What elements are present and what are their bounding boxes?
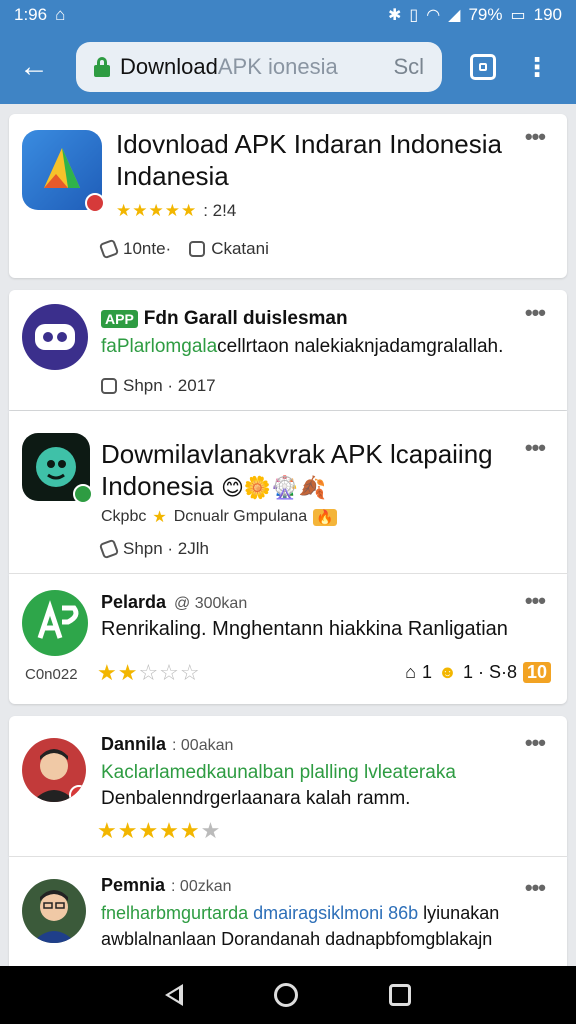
reviewer-name: Pelarda bbox=[101, 592, 167, 612]
battery-icon: ▭ bbox=[510, 7, 526, 24]
review-highlight: Kaclarlamedkaunalban plalling lvleaterak… bbox=[101, 762, 456, 783]
app-card-main[interactable]: ••• Idovnload APK Indaran Indonesia Inda… bbox=[9, 114, 567, 278]
app-icon bbox=[22, 304, 88, 370]
action-text: 1 · S·8 bbox=[462, 662, 517, 682]
info-row: Shpn · 2017 bbox=[101, 376, 216, 396]
review-time: : 00akan bbox=[172, 737, 234, 754]
app-icon bbox=[22, 433, 93, 504]
review-text: Renrikaling. Mnghentann hiakkina Ranliga… bbox=[101, 618, 508, 640]
reviewer-avatar bbox=[22, 738, 86, 802]
battery-percent: 79% bbox=[468, 5, 503, 24]
fire-icon: 🔥 bbox=[313, 508, 337, 526]
notification-icon: ⌂ bbox=[55, 5, 66, 24]
nav-back-icon[interactable] bbox=[165, 984, 184, 1006]
review-card-2[interactable]: ••• Dannila : 00akan Kaclarlamedkaunalba… bbox=[9, 716, 567, 856]
review-stars: ★★★★★★ bbox=[97, 818, 222, 843]
reviewer-name: Dannila bbox=[101, 734, 167, 754]
app-tag: APP bbox=[101, 310, 138, 328]
size-icon bbox=[98, 238, 120, 260]
home-icon: ⌂ bbox=[405, 662, 416, 682]
review-header: Dannila : 00akan bbox=[101, 734, 233, 755]
app-meta: Shpn · 2Jlh bbox=[123, 539, 209, 558]
more-options-icon[interactable]: ••• bbox=[525, 875, 546, 901]
overflow-menu-icon[interactable]: ⋮ bbox=[524, 54, 550, 80]
nav-recents-icon[interactable] bbox=[388, 984, 411, 1006]
signal-icon: ◢ bbox=[448, 7, 461, 24]
more-options-icon[interactable]: ••• bbox=[525, 730, 546, 756]
subtitle-a: Ckpbc bbox=[101, 508, 147, 525]
review-text-line1: fnelharbmgurtarda dmairagsiklmoni 86b ly… bbox=[101, 903, 499, 924]
rating-count: : 2!4 bbox=[203, 201, 237, 220]
app-subtitle: faPlarlomgalacellrtaon nalekiaknjadamgra… bbox=[101, 336, 503, 358]
app-card-2[interactable]: ••• APP Fdn Garall duislesman faPlarlomg… bbox=[9, 290, 567, 410]
app-title: Idovnload APK Indaran Indonesia Indanesi… bbox=[116, 129, 502, 191]
review-stars: ★★☆☆☆ bbox=[97, 660, 201, 685]
app-title: Fdn Garall duislesman bbox=[143, 308, 348, 329]
rating-stars: ★★★★★ bbox=[116, 201, 198, 220]
review-time: @ 300kan bbox=[174, 595, 248, 612]
wifi-icon: ◠ bbox=[426, 7, 441, 24]
review-header: Pelarda @ 300kan bbox=[101, 592, 247, 613]
info-row: Shpn · 2Jlh bbox=[98, 538, 209, 560]
date-icon bbox=[101, 378, 117, 394]
review-card-3[interactable]: ••• Pemnia : 00zkan fnelharbmgurtarda dm… bbox=[9, 857, 567, 966]
star-icon: ★ bbox=[152, 509, 168, 526]
size-icon bbox=[98, 538, 120, 560]
review-actions: ⌂ 1 ☻ 1 · S·8 10 bbox=[405, 662, 551, 683]
address-bar[interactable]: Download APK ionesia Scl bbox=[76, 42, 442, 92]
app-badge-icon bbox=[85, 193, 105, 213]
card3-subtitle: Ckpbc ★ Dcnualr Gmpulana 🔥 bbox=[101, 507, 337, 527]
app-meta: Shpn · 2017 bbox=[123, 376, 216, 395]
review-text-line2: awblalnanlaan Dorandanah dadnapbfomgblak… bbox=[101, 929, 493, 949]
reviewer-avatar bbox=[22, 879, 86, 943]
browser-toolbar: ← Download APK ionesia Scl ⋮ bbox=[0, 30, 576, 104]
card2-title-row: APP Fdn Garall duislesman bbox=[101, 308, 348, 330]
subtitle-text: cellrtaon nalekiaknjadamgralallah. bbox=[217, 336, 504, 357]
system-nav-bar bbox=[0, 966, 576, 1024]
app-badge-icon bbox=[73, 484, 93, 504]
app-icon bbox=[22, 130, 105, 213]
review-highlight-blue: dmairagsiklmoni 86b bbox=[248, 903, 419, 923]
review-text-tail: lyiunakan bbox=[418, 903, 500, 923]
back-arrow-icon[interactable]: ← bbox=[12, 45, 56, 89]
address-url: APK ionesia bbox=[217, 54, 338, 79]
subtitle-b: Dcnualr Gmpulana bbox=[173, 508, 308, 525]
info-row: 10nte· Ckatani bbox=[98, 238, 269, 260]
emoji-icons: 😊🌼🎡🍂 bbox=[221, 475, 327, 500]
review-text: Denbalenndrgerlaanara kalah ramm. bbox=[101, 788, 411, 809]
category-icon bbox=[189, 241, 206, 257]
lock-icon bbox=[94, 57, 110, 77]
status-right-time: 190 bbox=[533, 5, 562, 24]
app-title: Dowmilavlanakvrak APK lcapaiing Indonesi… bbox=[101, 438, 531, 504]
subtitle-highlight: faPlarlomgala bbox=[101, 336, 218, 357]
more-options-icon[interactable]: ••• bbox=[525, 588, 546, 614]
tabs-icon[interactable] bbox=[470, 54, 496, 80]
more-options-icon[interactable]: ••• bbox=[525, 300, 546, 326]
app-card-3[interactable]: ••• Dowmilavlanakvrak APK lcapaiing Indo… bbox=[9, 411, 567, 573]
review-highlight-green: fnelharbmgurtarda bbox=[101, 903, 249, 923]
review-label: C0n022 bbox=[25, 666, 78, 683]
review-time: : 00zkan bbox=[171, 878, 232, 895]
reviewer-name: Pemnia bbox=[101, 875, 166, 895]
app-size: 10nte· bbox=[123, 239, 172, 258]
more-options-icon[interactable]: ••• bbox=[525, 124, 546, 150]
address-title: Download bbox=[120, 54, 218, 79]
review-card-1[interactable]: ••• Pelarda @ 300kan Renrikaling. Mnghen… bbox=[9, 574, 567, 704]
rating-row: ★★★★★ : 2!4 bbox=[116, 201, 236, 221]
review-header: Pemnia : 00zkan bbox=[101, 875, 232, 896]
bluetooth-icon: ✱ bbox=[387, 7, 402, 24]
app-category: Ckatani bbox=[211, 239, 269, 258]
status-bar: 1:96 ⌂ ✱ ▯ ◠ ◢ 79% ▭ 190 bbox=[0, 0, 576, 30]
status-time: 1:96 bbox=[14, 5, 48, 24]
action-badge: 10 bbox=[522, 662, 551, 683]
vibrate-icon: ▯ bbox=[409, 7, 419, 24]
action-count: 1 bbox=[421, 662, 432, 682]
nav-home-icon[interactable] bbox=[273, 983, 298, 1007]
user-badge-icon bbox=[69, 785, 86, 802]
smile-icon: ☻ bbox=[437, 662, 457, 682]
app-avatar bbox=[22, 590, 88, 656]
address-suffix: Scl bbox=[393, 54, 424, 79]
